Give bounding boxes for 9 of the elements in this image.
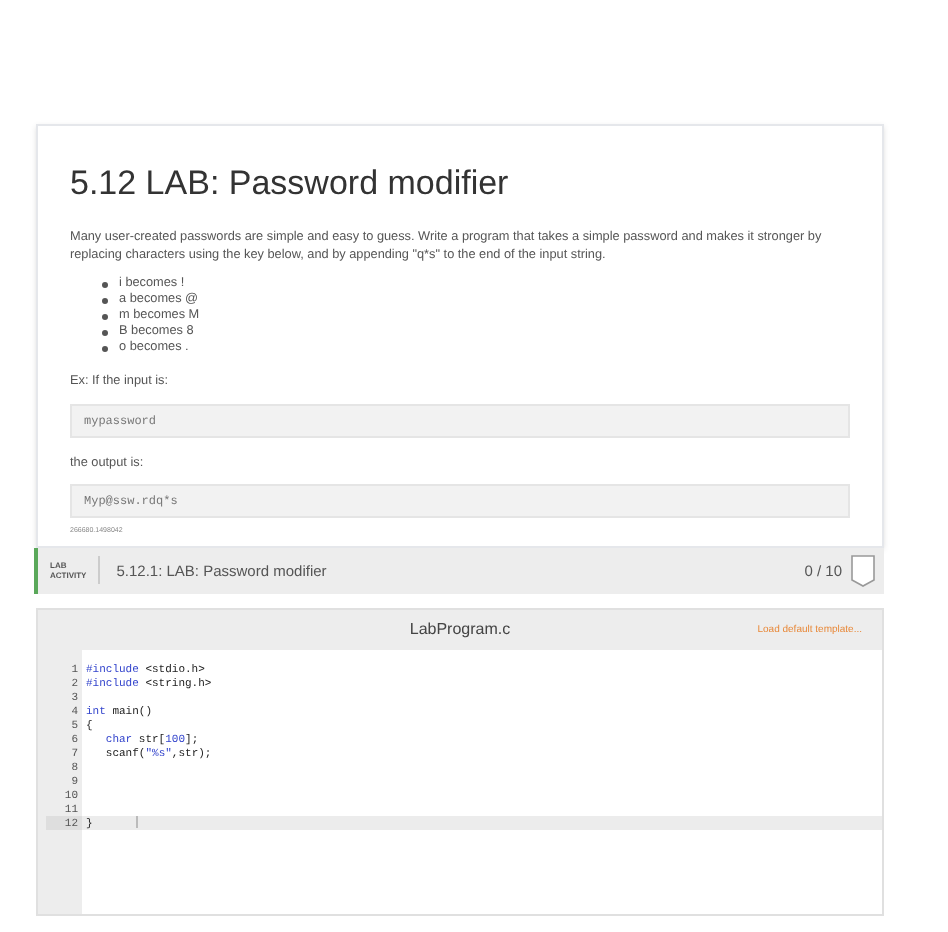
bullet-icon xyxy=(102,346,107,351)
bullet-icon xyxy=(102,314,107,319)
text-cursor xyxy=(136,816,139,829)
bullet-icon xyxy=(102,330,107,335)
bullet-icon xyxy=(102,282,107,287)
file-name: LabProgram.c xyxy=(409,617,511,642)
badge-icon xyxy=(850,553,876,588)
lab-title: 5.12 LAB: Password modifier xyxy=(70,162,511,205)
bullet-icon xyxy=(102,298,107,303)
